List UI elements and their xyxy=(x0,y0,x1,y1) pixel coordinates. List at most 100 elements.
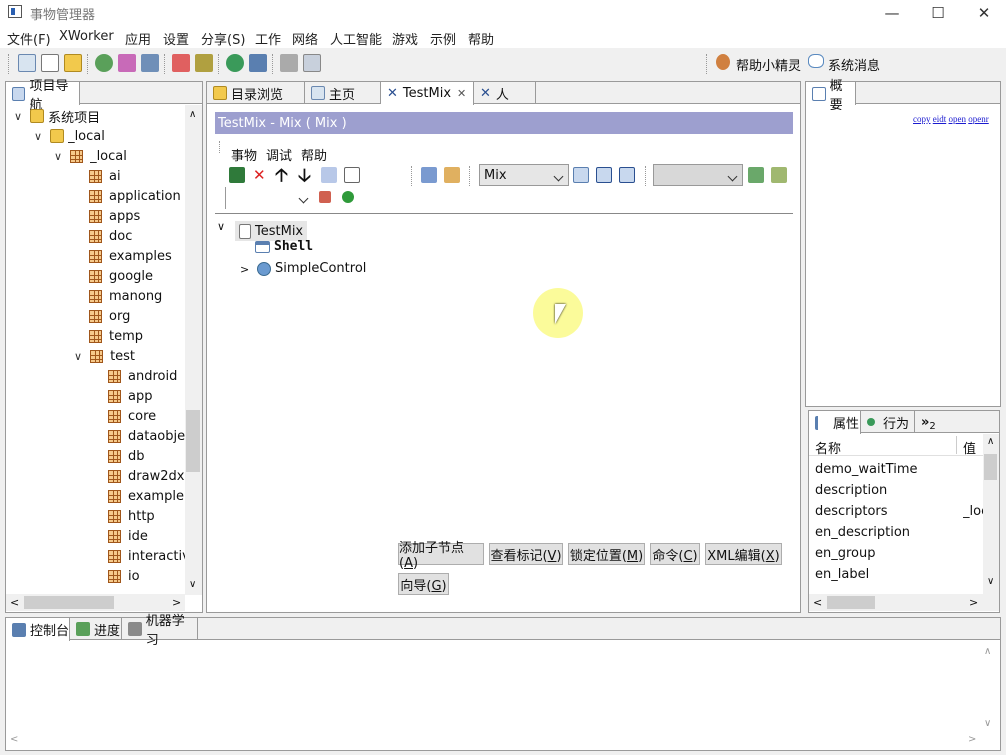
monitor-icon[interactable] xyxy=(141,54,159,72)
close-tab-icon[interactable]: ✕ xyxy=(457,87,466,100)
tools-icon[interactable] xyxy=(172,54,190,72)
tab-overflow[interactable]: » 2 xyxy=(915,411,945,433)
print-icon[interactable] xyxy=(280,54,298,72)
tab-project-nav[interactable]: 项目导航 xyxy=(6,79,80,113)
export-icon[interactable] xyxy=(321,167,337,183)
new-file-icon[interactable] xyxy=(41,54,59,72)
tree-item-package[interactable]: examples xyxy=(89,246,172,266)
add-plugin-icon[interactable] xyxy=(748,167,764,183)
property-row[interactable]: en_group xyxy=(809,546,983,566)
property-row[interactable]: en_label xyxy=(809,567,983,587)
stop-icon[interactable] xyxy=(319,191,331,203)
property-row[interactable]: description xyxy=(809,483,983,503)
tree-item-package[interactable]: ide xyxy=(108,526,148,546)
nav-vertical-scrollbar[interactable]: ∧ ∨ xyxy=(185,105,202,595)
remove-plugin-icon[interactable] xyxy=(771,167,787,183)
helper-icon[interactable] xyxy=(716,54,730,70)
tab-testmix[interactable]: ✕ TestMix ✕ xyxy=(381,82,474,105)
window-icon[interactable] xyxy=(421,167,437,183)
close-button[interactable]: ✕ xyxy=(961,0,1006,26)
submenu-debug[interactable]: 调试 xyxy=(266,145,292,164)
globe-icon[interactable] xyxy=(226,54,244,72)
property-row[interactable]: en_description xyxy=(809,525,983,545)
tree-item-simplecontrol[interactable]: SimpleControl xyxy=(257,261,366,276)
save-icon[interactable] xyxy=(229,167,245,183)
menu-examples[interactable]: 示例 xyxy=(430,29,456,48)
tab-person[interactable]: ✕ 人 xyxy=(474,82,536,104)
message-icon[interactable] xyxy=(808,54,824,68)
maximize-button[interactable]: ☐ xyxy=(915,0,961,26)
wizard-button[interactable]: 向导(G) xyxy=(398,573,449,595)
tree-item-package[interactable]: apps xyxy=(89,206,140,226)
property-row[interactable]: demo_waitTime xyxy=(809,462,983,482)
menu-apps[interactable]: 应用 xyxy=(125,29,151,48)
secondary-combo[interactable] xyxy=(225,187,313,209)
refresh-mix-icon[interactable] xyxy=(573,167,589,183)
properties-hscrollbar[interactable]: < > xyxy=(809,594,999,611)
menu-work[interactable]: 工作 xyxy=(255,29,281,48)
brush-icon[interactable] xyxy=(195,54,213,72)
add-child-node-button[interactable]: 添加子节点(A) xyxy=(398,541,484,571)
submenu-help[interactable]: 帮助 xyxy=(301,145,327,164)
console-scroll-up[interactable]: ∧ xyxy=(984,646,991,657)
link-copy[interactable]: copy xyxy=(913,114,931,124)
mix-x-icon[interactable] xyxy=(596,167,612,183)
col-name-header[interactable]: 名称 xyxy=(815,438,841,457)
empty-combo[interactable] xyxy=(653,164,743,186)
tree-item-package[interactable]: core xyxy=(108,406,156,426)
tree-item-package[interactable]: application xyxy=(89,186,181,206)
tree-item-shell[interactable]: Shell xyxy=(255,239,313,254)
tree-root-testmix[interactable]: TestMix xyxy=(235,221,308,241)
tree-item-package[interactable]: http xyxy=(108,506,155,526)
nav-horizontal-scrollbar[interactable]: < > xyxy=(6,594,185,611)
open-folder-icon[interactable] xyxy=(64,54,82,72)
tree-item-package[interactable]: android xyxy=(108,366,177,386)
home-icon[interactable] xyxy=(18,54,36,72)
tab-overview[interactable]: 概要 xyxy=(806,79,856,113)
tree-item-local1[interactable]: ∨ _local xyxy=(34,126,105,146)
menu-xworker[interactable]: XWorker xyxy=(59,29,114,44)
tab-properties[interactable]: 属性 xyxy=(809,411,861,434)
tree-item-package[interactable]: db xyxy=(108,446,145,466)
tree-item-package[interactable]: temp xyxy=(89,326,143,346)
command-button[interactable]: 命令(C) xyxy=(650,543,700,565)
nav-scroll-thumb[interactable] xyxy=(186,410,200,472)
mix-combo[interactable]: Mix xyxy=(479,164,569,186)
lock-icon[interactable] xyxy=(444,167,460,183)
tree-item-package[interactable]: doc xyxy=(89,226,132,246)
lock-position-button[interactable]: 锁定位置(M) xyxy=(568,543,645,565)
properties-vscrollbar[interactable]: ∧ ∨ xyxy=(983,434,999,594)
messages-label[interactable]: 系统消息 xyxy=(828,55,880,74)
menu-help[interactable]: 帮助 xyxy=(468,29,494,48)
tree-item-package[interactable]: io xyxy=(108,566,140,586)
view-marks-button[interactable]: 查看标记(V) xyxy=(489,543,563,565)
tree-item-system[interactable]: ∨ 系统项目 xyxy=(14,106,100,126)
xml-edit-button[interactable]: XML编辑(X) xyxy=(705,543,782,565)
submenu-thing[interactable]: 事物 xyxy=(231,145,257,164)
console-scroll-right[interactable]: > xyxy=(968,734,976,745)
image-icon[interactable] xyxy=(118,54,136,72)
xml-icon[interactable] xyxy=(344,167,360,183)
tree-item-local2[interactable]: ∨ _local xyxy=(54,146,127,166)
nav-hscroll-thumb[interactable] xyxy=(24,596,114,609)
helper-label[interactable]: 帮助小精灵 xyxy=(736,55,801,74)
menu-ai[interactable]: 人工智能 xyxy=(330,29,382,48)
minimize-button[interactable]: — xyxy=(869,0,915,26)
tree-item-package[interactable]: example xyxy=(108,486,184,506)
menu-file[interactable]: 文件(F) xyxy=(7,29,51,48)
tree-item-package[interactable]: dataobjec xyxy=(108,426,192,446)
tree-item-package[interactable]: app xyxy=(108,386,152,406)
menu-settings[interactable]: 设置 xyxy=(163,29,189,48)
display-icon[interactable] xyxy=(249,54,267,72)
document-icon[interactable] xyxy=(303,54,321,72)
tab-home[interactable]: 主页 xyxy=(305,82,381,104)
property-row[interactable]: descriptors _loc xyxy=(809,504,983,524)
properties-hscroll-thumb[interactable] xyxy=(827,596,875,609)
tab-directory[interactable]: 目录浏览 xyxy=(207,82,305,104)
tree-item-package[interactable]: draw2dx xyxy=(108,466,184,486)
run-icon[interactable] xyxy=(342,191,354,203)
tab-progress[interactable]: 进度 xyxy=(70,618,122,640)
mix-x2-icon[interactable] xyxy=(619,167,635,183)
console-scroll-down[interactable]: ∨ xyxy=(984,718,991,729)
tab-behavior[interactable]: 行为 xyxy=(861,411,915,433)
